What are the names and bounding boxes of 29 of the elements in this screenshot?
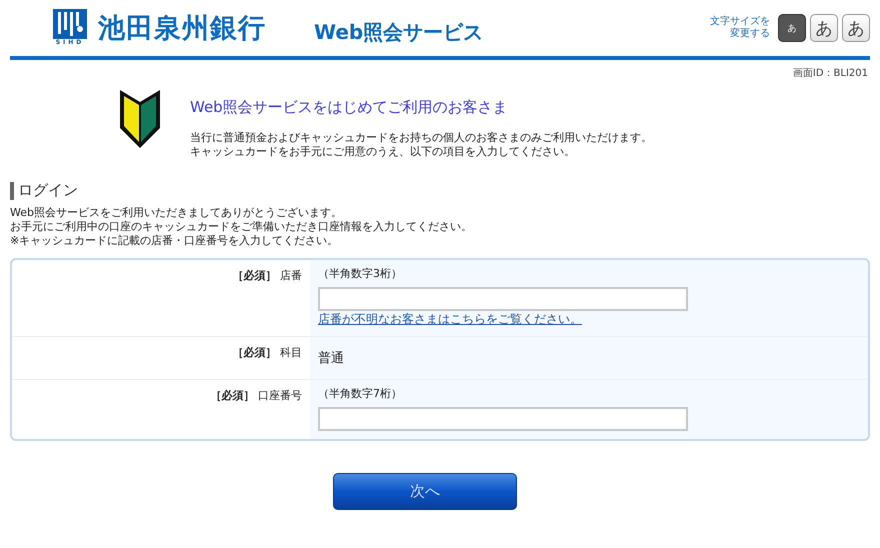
intro-text: 当行に普通預金およびキャッシュカードをお持ちの個人のお客さまのみご利用いただけます。 bbox=[190, 131, 652, 145]
field-hint: （半角数字7桁） bbox=[318, 386, 403, 401]
font-size-button[interactable]: あ bbox=[810, 14, 838, 42]
intro-text: キャッシュカードをお手元にご用意のうえ、以下の項目を入力してください。 bbox=[190, 145, 575, 159]
font-size-button[interactable]: あ bbox=[778, 14, 806, 42]
field-value: 普通 bbox=[318, 350, 345, 368]
font-size-button[interactable]: あ bbox=[842, 14, 870, 42]
required-label: ［必須］ bbox=[232, 269, 276, 282]
instruction-text: Web照会サービスをご利用いただきましてありがとうございます。 bbox=[9, 206, 343, 220]
bank-name: 池田泉州銀行 bbox=[98, 12, 266, 46]
screen-id: 画面ID：BLI201 bbox=[792, 68, 868, 79]
next-button[interactable]: 次へ bbox=[333, 473, 517, 510]
instruction-text: お手元にご利用中の口座のキャッシュカードをご準備いただき口座情報を入力してください。 bbox=[9, 220, 473, 234]
font-size-label: 文字サイズを bbox=[710, 16, 770, 28]
input-field[interactable] bbox=[318, 287, 688, 311]
input-field[interactable] bbox=[318, 407, 688, 431]
required-label: ［必須］ bbox=[232, 346, 276, 359]
bank-logo-icon bbox=[53, 9, 87, 39]
help-link[interactable]: 店番が不明なお客さまはこちらをご覧ください。 bbox=[318, 312, 582, 326]
section-title: ログイン bbox=[18, 181, 78, 200]
required-label: ［必須］ bbox=[210, 389, 254, 402]
intro-title: Web照会サービスをはじめてご利用のお客さま bbox=[190, 98, 509, 117]
field-hint: （半角数字3桁） bbox=[318, 266, 403, 281]
service-title: Web照会サービス bbox=[314, 18, 484, 46]
instruction-text: ※キャッシュカードに記載の店番・口座番号を入力してください。 bbox=[9, 234, 340, 248]
field-label: 科目 bbox=[280, 346, 302, 359]
field-label: 店番 bbox=[280, 269, 302, 282]
field-label: 口座番号 bbox=[258, 389, 302, 402]
font-size-label: 変更する bbox=[730, 28, 770, 40]
